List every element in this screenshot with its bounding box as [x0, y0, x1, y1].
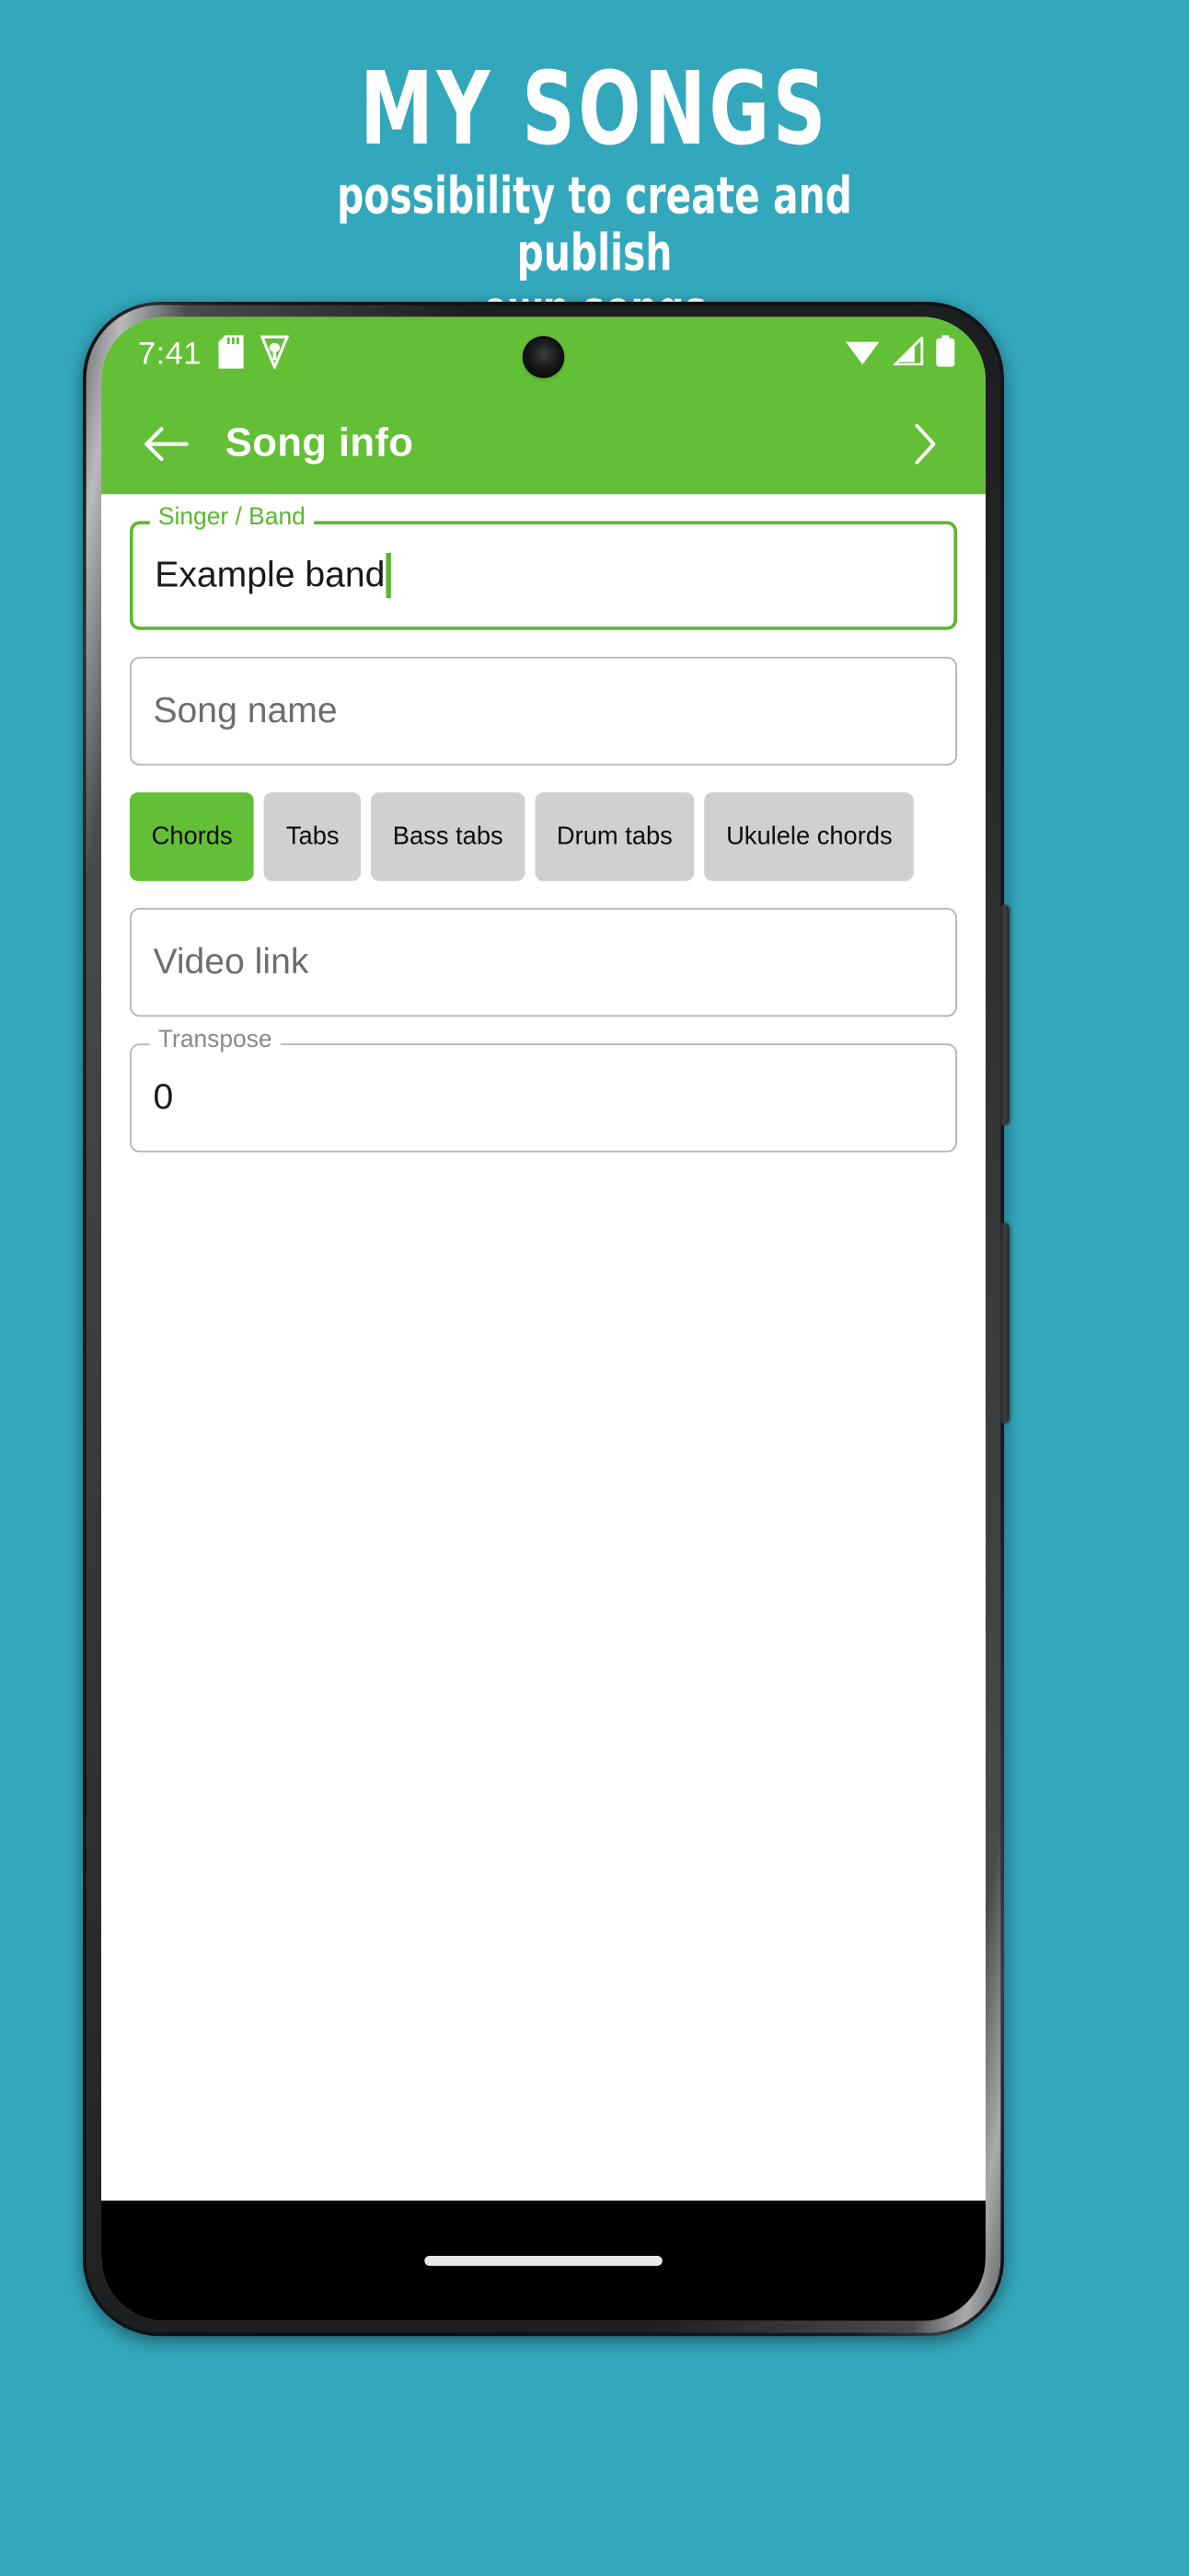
promo-subtitle-line-2: publish [516, 224, 673, 283]
song-name-field[interactable]: Song name [129, 656, 958, 766]
chip-bass-tabs-label: Bass tabs [392, 822, 503, 851]
chip-chords-label: Chords [151, 822, 233, 851]
wifi-icon [845, 337, 880, 374]
transpose-value: 0 [153, 1076, 174, 1118]
chip-drum-tabs-label: Drum tabs [556, 822, 673, 851]
status-bar-left: 7:41 [138, 334, 289, 376]
app-bar: Song info [101, 394, 986, 495]
chip-ukulele-chords-label: Ukulele chords [726, 822, 893, 851]
status-time: 7:41 [138, 337, 202, 373]
chip-tabs[interactable]: Tabs [264, 792, 362, 881]
promo-header: MY SONGS possibility to create and publi… [0, 0, 1189, 339]
video-link-input[interactable]: Video link [129, 907, 958, 1018]
song-info-form: Singer / Band Example band Song name Cho… [101, 494, 986, 2270]
chip-bass-tabs[interactable]: Bass tabs [371, 792, 525, 881]
back-button[interactable] [128, 408, 202, 481]
gesture-pill[interactable] [424, 2255, 663, 2266]
transpose-label: Transpose [149, 1029, 281, 1053]
next-button[interactable] [892, 408, 959, 481]
chip-chords[interactable]: Chords [129, 792, 255, 881]
chip-tabs-label: Tabs [285, 822, 340, 851]
system-nav-bar [101, 2200, 986, 2321]
singer-band-input[interactable]: Example band [129, 521, 958, 630]
front-camera [525, 339, 562, 376]
page-title: Song info [225, 420, 414, 466]
sd-card-icon [218, 334, 244, 376]
singer-band-field[interactable]: Singer / Band Example band [129, 506, 958, 630]
transpose-input[interactable]: 0 [129, 1043, 958, 1153]
promo-subtitle-line-1: possibility to create and [337, 167, 852, 226]
promo-title: MY SONGS [360, 51, 829, 168]
video-link-placeholder: Video link [153, 941, 309, 982]
chip-ukulele-chords[interactable]: Ukulele chords [704, 792, 915, 881]
volume-button[interactable] [1000, 904, 1010, 1126]
battery-icon [935, 335, 955, 375]
phone-screen: 7:41 Song info Singer / Band Example ban… [101, 316, 986, 2321]
singer-band-label: Singer / Band [149, 506, 314, 531]
text-caret [387, 553, 391, 599]
video-link-field[interactable]: Video link [129, 907, 958, 1018]
song-name-placeholder: Song name [153, 690, 338, 730]
status-bar: 7:41 [101, 316, 986, 395]
singer-band-value: Example band [155, 554, 386, 595]
chip-drum-tabs[interactable]: Drum tabs [535, 792, 695, 881]
song-name-input[interactable]: Song name [129, 656, 958, 766]
chevron-right-icon [915, 423, 936, 465]
phone-mockup: 7:41 Song info Singer / Band Example ban… [83, 302, 1010, 2337]
arrow-left-icon [144, 427, 188, 462]
transpose-field[interactable]: Transpose 0 [129, 1029, 958, 1153]
shield-icon [260, 334, 289, 376]
song-type-chip-group: Chords Tabs Bass tabs Drum tabs Ukulele … [129, 792, 957, 881]
cellular-signal-icon [892, 334, 924, 374]
power-button[interactable] [1000, 1223, 1010, 1424]
status-bar-right [845, 334, 955, 375]
